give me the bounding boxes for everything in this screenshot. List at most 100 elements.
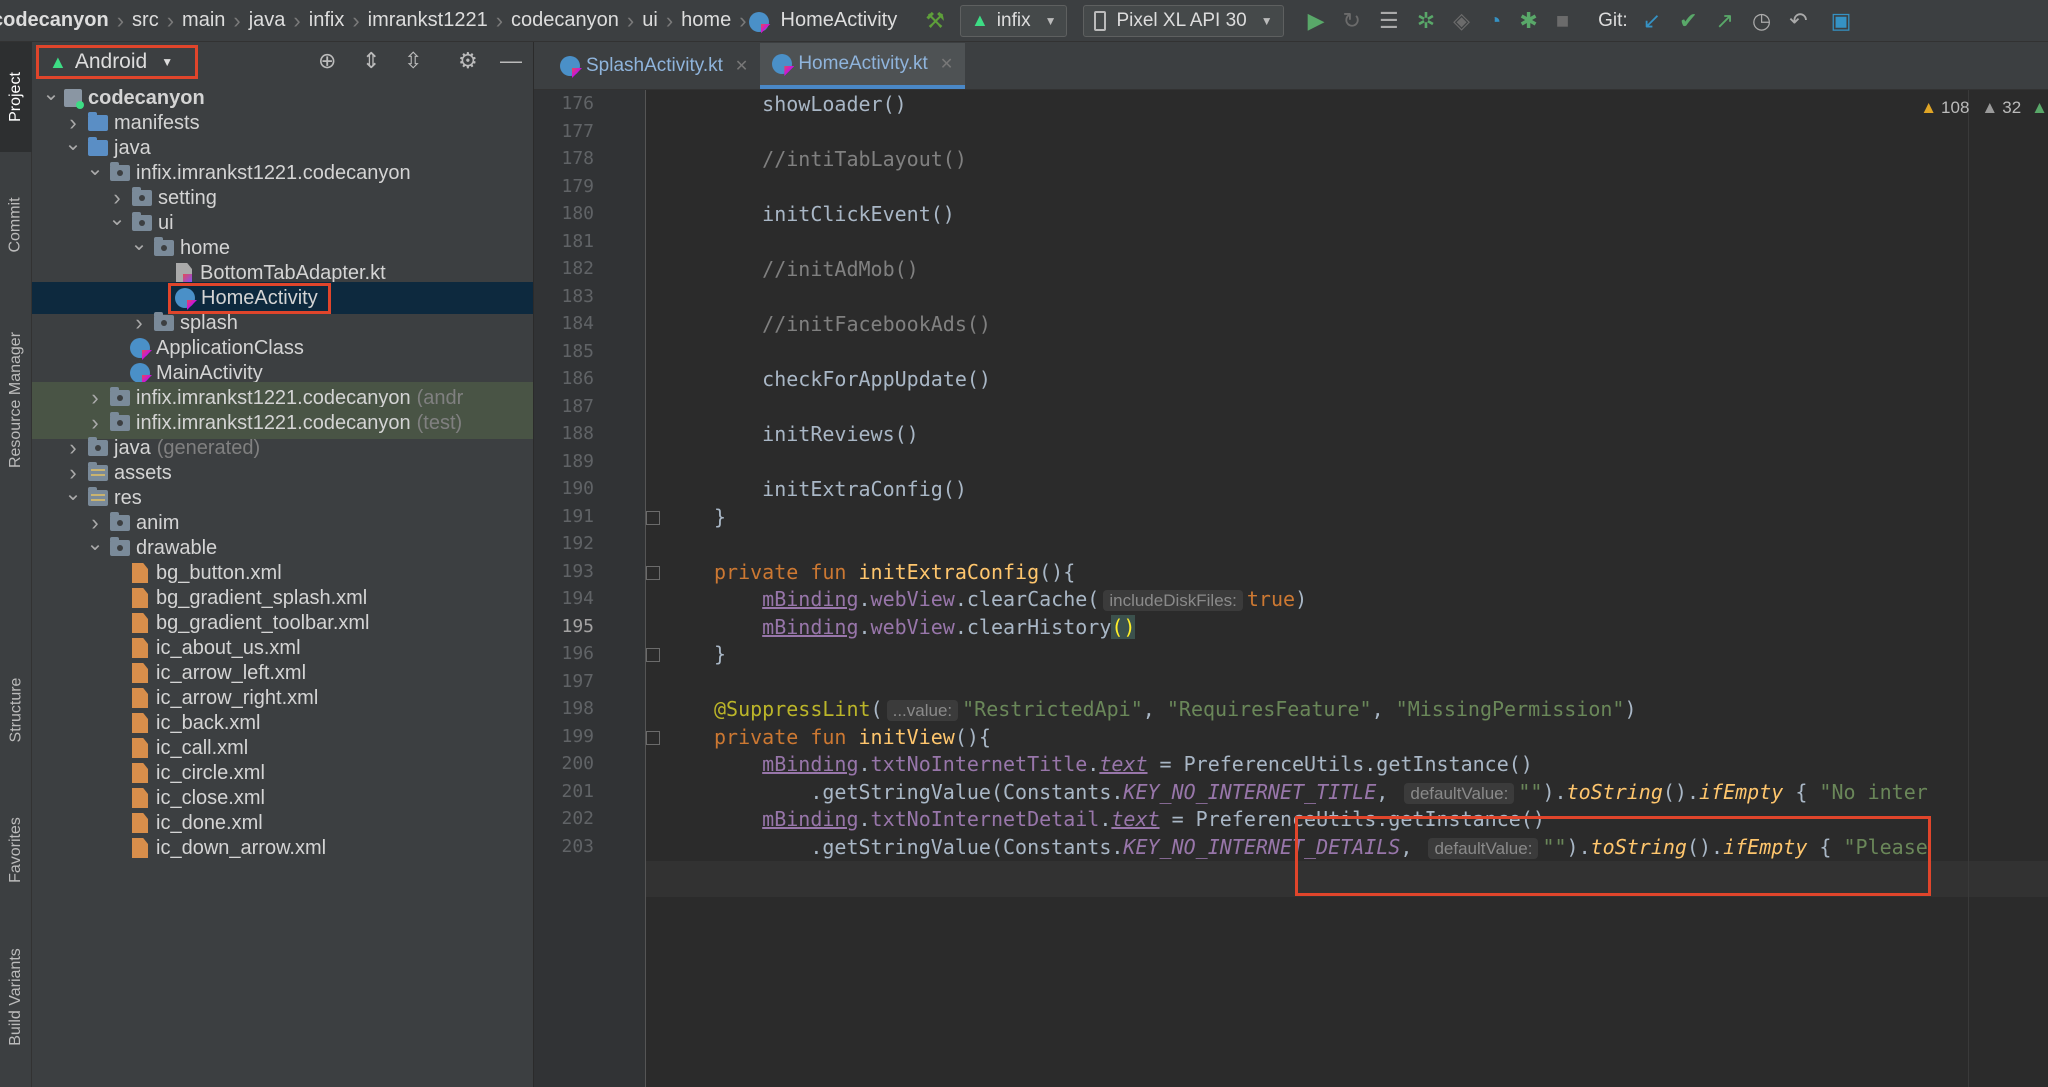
chevron-down-icon[interactable]: ⌄ xyxy=(84,156,106,181)
attach-icon[interactable]: ◈ xyxy=(1453,0,1470,42)
kotlin-class-icon xyxy=(130,338,150,358)
code-token: //initAdMob() xyxy=(714,257,919,281)
code-line: //intiTabLayout() xyxy=(714,147,967,171)
tree-node[interactable]: ›ic_down_arrow.xml xyxy=(32,832,533,864)
code-line: private fun initExtraConfig(){ xyxy=(714,560,1075,584)
chevron-down-icon[interactable]: ⌄ xyxy=(128,231,150,256)
hammer-icon[interactable]: ⚒ xyxy=(925,0,945,42)
breadcrumb-item[interactable]: imrankst1221 xyxy=(362,9,494,32)
breadcrumb-item[interactable]: codecanyon xyxy=(505,9,625,32)
xml-file-icon xyxy=(132,738,148,758)
xml-file-icon xyxy=(132,663,148,683)
code-token: "RestrictedApi" xyxy=(962,697,1143,721)
line-number: 186 xyxy=(561,368,594,389)
package-icon xyxy=(132,212,152,231)
line-number: 199 xyxy=(561,725,594,747)
code-token: . xyxy=(858,614,871,639)
code-token: .clearCache( xyxy=(954,587,1100,611)
breadcrumb-item[interactable]: ui xyxy=(636,9,664,32)
breadcrumb-item[interactable]: home xyxy=(675,9,737,32)
collapse-all-icon[interactable]: ⇳ xyxy=(404,48,422,74)
debug-icon[interactable]: ✲ xyxy=(1417,0,1435,42)
chevron-down-icon[interactable]: ⌄ xyxy=(40,81,62,106)
editor-tab[interactable]: HomeActivity.kt ✕ xyxy=(760,43,966,89)
expand-all-icon[interactable]: ⇕ xyxy=(362,48,380,74)
breadcrumb-current[interactable]: HomeActivity xyxy=(748,9,904,32)
device-select[interactable]: Pixel XL API 30 ▼ xyxy=(1083,4,1284,37)
update-icon[interactable]: ↙ xyxy=(1643,0,1661,42)
fold-marker-icon[interactable] xyxy=(646,510,660,525)
tab-commit[interactable]: Commit xyxy=(0,170,32,280)
line-number: 176 xyxy=(561,93,594,114)
history-icon[interactable]: ◷ xyxy=(1752,0,1771,42)
tab-resource-manager[interactable]: Resource Manager xyxy=(0,300,32,500)
close-icon[interactable]: ✕ xyxy=(940,54,953,74)
avd-icon[interactable]: ▣ xyxy=(1831,0,1852,42)
coverage-icon[interactable]: ☰ xyxy=(1379,0,1399,42)
kotlin-class-icon xyxy=(175,288,195,308)
profile-icon[interactable]: ◔ xyxy=(1488,0,1501,42)
rollback-icon[interactable]: ↶ xyxy=(1789,0,1807,42)
chevron-down-icon[interactable]: ⌄ xyxy=(84,531,106,556)
breadcrumb: codecanyon › src › main › java › infix › imrankst1… xyxy=(0,0,903,42)
fold-marker-icon[interactable] xyxy=(646,648,660,662)
fold-marker-icon[interactable] xyxy=(646,565,660,580)
run-configuration-label: infix xyxy=(996,9,1031,31)
breadcrumb-separator-icon: › xyxy=(665,7,674,33)
code-token: private fun xyxy=(714,724,859,749)
chevron-down-icon[interactable]: ⌄ xyxy=(106,206,128,231)
stop-icon[interactable]: ■ xyxy=(1556,0,1569,42)
breadcrumb-item[interactable]: main xyxy=(176,9,231,32)
breadcrumb-item[interactable]: src xyxy=(126,9,165,32)
code-token: txtNoInternetTitle xyxy=(870,752,1088,776)
code-token: . xyxy=(858,807,871,831)
run-icon[interactable]: ▶ xyxy=(1308,0,1325,42)
locate-icon[interactable]: ⊕ xyxy=(318,48,336,74)
code-line: checkForAppUpdate() xyxy=(714,367,991,391)
project-view-select[interactable]: ▲ Android ▼ xyxy=(36,45,198,79)
line-number: 185 xyxy=(561,340,594,362)
inspection-widget[interactable]: ▲ 108 ▲ 32 ▲ xyxy=(1910,98,2048,118)
tab-project[interactable]: Project xyxy=(0,42,32,152)
fold-marker-icon[interactable] xyxy=(646,730,660,745)
line-number: 202 xyxy=(561,808,594,829)
code-line: initExtraConfig() xyxy=(714,477,967,501)
commit-icon[interactable]: ✔ xyxy=(1679,0,1697,42)
package-icon xyxy=(110,512,130,531)
push-icon[interactable]: ↗ xyxy=(1716,0,1734,42)
apply-changes-icon[interactable]: ✱ xyxy=(1519,0,1537,42)
code-token: true xyxy=(1246,587,1296,611)
code-token: text xyxy=(1099,752,1148,776)
hide-icon[interactable]: — xyxy=(500,48,522,74)
tab-structure[interactable]: Structure xyxy=(0,650,32,770)
right-margin-guide xyxy=(1968,90,1969,1087)
kotlin-class-icon xyxy=(130,363,150,383)
tab-build-variants[interactable]: Build Variants xyxy=(0,922,32,1072)
weak-warning-icon: ▲ xyxy=(1981,98,1999,117)
chevron-down-icon[interactable]: ⌄ xyxy=(62,131,84,156)
line-number: 180 xyxy=(561,203,594,224)
chevron-down-icon[interactable]: ⌄ xyxy=(62,481,84,506)
breadcrumb-separator-icon: › xyxy=(495,7,504,33)
close-icon[interactable]: ✕ xyxy=(735,56,748,76)
breadcrumb-item[interactable]: infix xyxy=(303,9,351,32)
code-token: (){ xyxy=(1039,559,1076,584)
tab-favorites[interactable]: Favorites xyxy=(0,790,32,910)
xml-file-icon xyxy=(132,788,148,808)
run-configuration-select[interactable]: ▲ infix ▼ xyxy=(959,4,1068,37)
gear-icon[interactable]: ⚙ xyxy=(458,48,478,74)
xml-file-icon xyxy=(132,713,148,733)
editor-tab[interactable]: SplashActivity.kt ✕ xyxy=(548,43,760,89)
line-number: 195 xyxy=(561,615,594,637)
breadcrumb-item[interactable]: java xyxy=(243,9,292,32)
code-editor[interactable]: 176 177 178 179 180 181 182 183 184 185 186 187 188 1… xyxy=(534,90,2048,1087)
code-token: (){ xyxy=(954,724,991,749)
rerun-icon[interactable]: ↻ xyxy=(1343,0,1361,42)
navigation-bar: codecanyon › src › main › java › infix › imrankst1… xyxy=(0,0,2048,42)
code-token: mBinding xyxy=(762,807,859,831)
breadcrumb-item[interactable]: codecanyon xyxy=(0,9,115,32)
code-token: , xyxy=(1142,697,1167,721)
parameter-hint: includeDiskFiles: xyxy=(1103,590,1243,611)
